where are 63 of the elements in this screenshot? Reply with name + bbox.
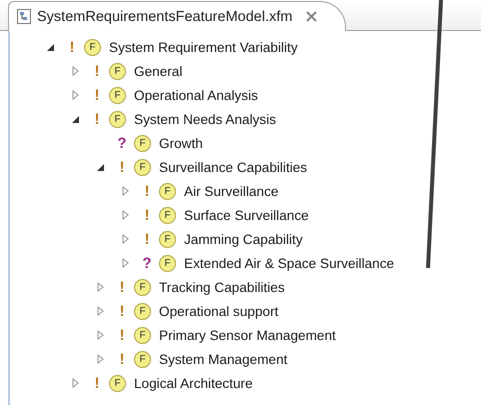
collapsed-arrow-icon[interactable] xyxy=(96,330,104,340)
tree-item[interactable]: System Management xyxy=(159,352,288,366)
feature-badge: F xyxy=(134,350,151,368)
marker-symbol: ! xyxy=(144,182,150,200)
feature-badge: F xyxy=(159,182,176,200)
feature-badge: F xyxy=(159,206,176,224)
tree-item[interactable]: System Requirement Variability xyxy=(109,40,298,54)
collapsed-arrow-icon[interactable] xyxy=(122,186,128,196)
tab-title: SystemRequirementsFeatureModel.xfm xyxy=(37,8,292,24)
marker-symbol: ? xyxy=(141,254,153,272)
tree-item[interactable]: Logical Architecture xyxy=(134,376,253,390)
marker-symbol: ! xyxy=(94,62,100,80)
feature-badge: F xyxy=(109,374,126,392)
collapsed-arrow-icon[interactable] xyxy=(96,282,104,292)
collapsed-arrow-icon[interactable] xyxy=(96,354,104,364)
close-icon[interactable] xyxy=(306,11,318,22)
tree-item[interactable]: Primary Sensor Management xyxy=(159,328,336,342)
feature-badge: F xyxy=(84,38,101,56)
feature-badge: F xyxy=(134,134,151,152)
marker-symbol: ! xyxy=(118,278,126,296)
feature-badge: F xyxy=(134,302,151,320)
collapsed-arrow-icon[interactable] xyxy=(122,210,128,220)
editor-tab[interactable]: SystemRequirementsFeatureModel.xfm xyxy=(8,1,346,31)
model-file-icon xyxy=(17,9,31,24)
feature-badge: F xyxy=(109,62,126,80)
feature-badge: F xyxy=(109,86,126,104)
feature-badge: F xyxy=(134,326,151,344)
collapsed-arrow-icon[interactable] xyxy=(72,90,78,100)
tree-item[interactable]: System Needs Analysis xyxy=(134,112,276,126)
collapsed-arrow-icon[interactable] xyxy=(122,234,128,244)
marker-symbol: ? xyxy=(116,134,128,152)
tree-item[interactable]: General xyxy=(134,64,182,78)
tree-item[interactable]: Operational support xyxy=(159,304,278,318)
tree-item[interactable]: Growth xyxy=(159,136,203,150)
tree-item[interactable]: Surveillance Capabilities xyxy=(159,160,308,174)
tree-item[interactable]: Operational Analysis xyxy=(134,88,258,102)
marker-symbol: ! xyxy=(68,38,76,56)
tree-item[interactable]: Extended Air & Space Surveillance xyxy=(184,256,394,270)
collapsed-arrow-icon[interactable] xyxy=(72,378,78,388)
marker-symbol: ! xyxy=(118,350,126,368)
expanded-arrow-icon[interactable] xyxy=(96,163,104,171)
collapsed-arrow-icon[interactable] xyxy=(72,66,78,76)
expanded-arrow-icon[interactable] xyxy=(71,115,79,123)
feature-badge: F xyxy=(134,158,151,176)
collapsed-arrow-icon[interactable] xyxy=(122,258,128,268)
feature-badge: F xyxy=(159,254,176,272)
tree-item[interactable]: Surface Surveillance xyxy=(184,208,309,222)
marker-symbol: ! xyxy=(118,158,126,176)
marker-symbol: ! xyxy=(144,230,150,248)
collapsed-arrow-icon[interactable] xyxy=(96,306,104,316)
tree-item[interactable]: Tracking Capabilities xyxy=(159,280,285,294)
feature-badge: F xyxy=(109,110,126,128)
marker-symbol: ! xyxy=(118,302,126,320)
marker-symbol: ! xyxy=(94,110,100,128)
marker-symbol: ! xyxy=(94,86,100,104)
marker-symbol: ! xyxy=(94,374,100,392)
expanded-arrow-icon[interactable] xyxy=(46,43,54,51)
marker-symbol: ! xyxy=(118,326,126,344)
feature-badge: F xyxy=(159,230,176,248)
feature-badge: F xyxy=(134,278,151,296)
marker-symbol: ! xyxy=(144,206,150,224)
tree-item[interactable]: Jamming Capability xyxy=(184,232,303,246)
tree-item[interactable]: Air Surveillance xyxy=(184,184,278,198)
